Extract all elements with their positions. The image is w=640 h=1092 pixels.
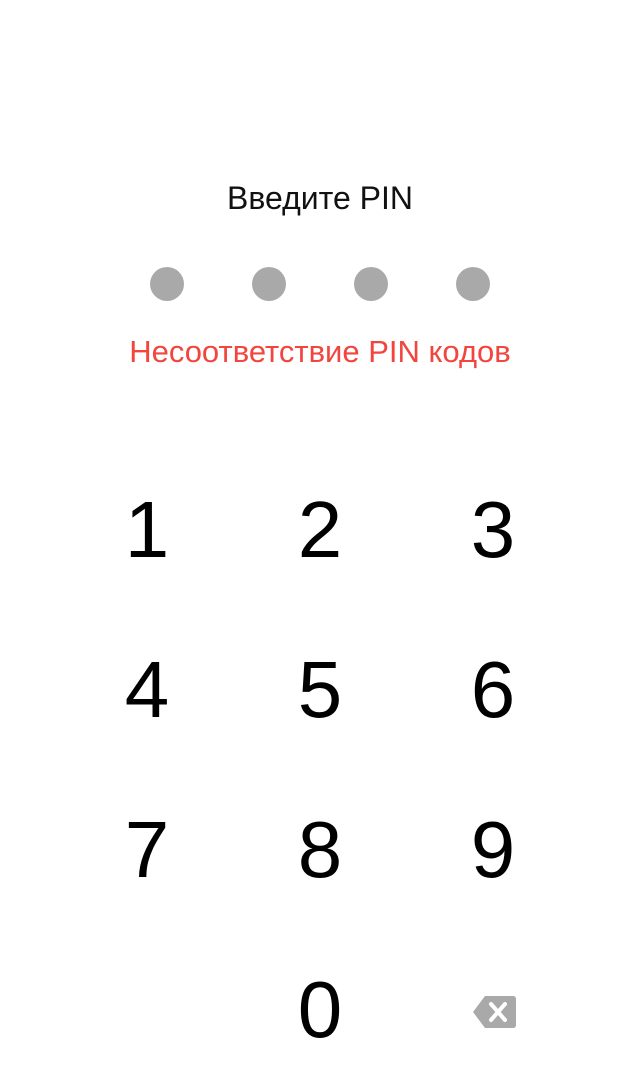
key-2[interactable]: 2 [250, 470, 390, 590]
key-7[interactable]: 7 [77, 790, 217, 910]
pin-dot-3 [354, 267, 388, 301]
key-5-label: 5 [297, 645, 343, 734]
key-7-label: 7 [124, 805, 170, 894]
key-8-label: 8 [297, 805, 343, 894]
pin-dot-2 [252, 267, 286, 301]
pin-dot-1 [150, 267, 184, 301]
key-6-label: 6 [470, 645, 516, 734]
key-9-label: 9 [470, 805, 516, 894]
key-4-label: 4 [124, 645, 170, 734]
key-0-label: 0 [297, 965, 343, 1054]
pin-dots [0, 267, 640, 301]
key-3[interactable]: 3 [423, 470, 563, 590]
key-1[interactable]: 1 [77, 470, 217, 590]
backspace-icon [473, 996, 516, 1028]
key-2-label: 2 [297, 485, 343, 574]
key-8[interactable]: 8 [250, 790, 390, 910]
key-3-label: 3 [470, 485, 516, 574]
key-4[interactable]: 4 [77, 630, 217, 750]
key-5[interactable]: 5 [250, 630, 390, 750]
page-title: Введите PIN [227, 180, 413, 216]
key-9[interactable]: 9 [423, 790, 563, 910]
key-6[interactable]: 6 [423, 630, 563, 750]
error-message: Несоответствие PIN кодов [129, 334, 511, 369]
pin-entry-screen: Введите PIN Несоответствие PIN кодов 1 2… [0, 0, 640, 1092]
backspace-button[interactable] [443, 972, 543, 1052]
pin-dot-4 [456, 267, 490, 301]
key-0[interactable]: 0 [250, 950, 390, 1070]
key-1-label: 1 [124, 485, 170, 574]
